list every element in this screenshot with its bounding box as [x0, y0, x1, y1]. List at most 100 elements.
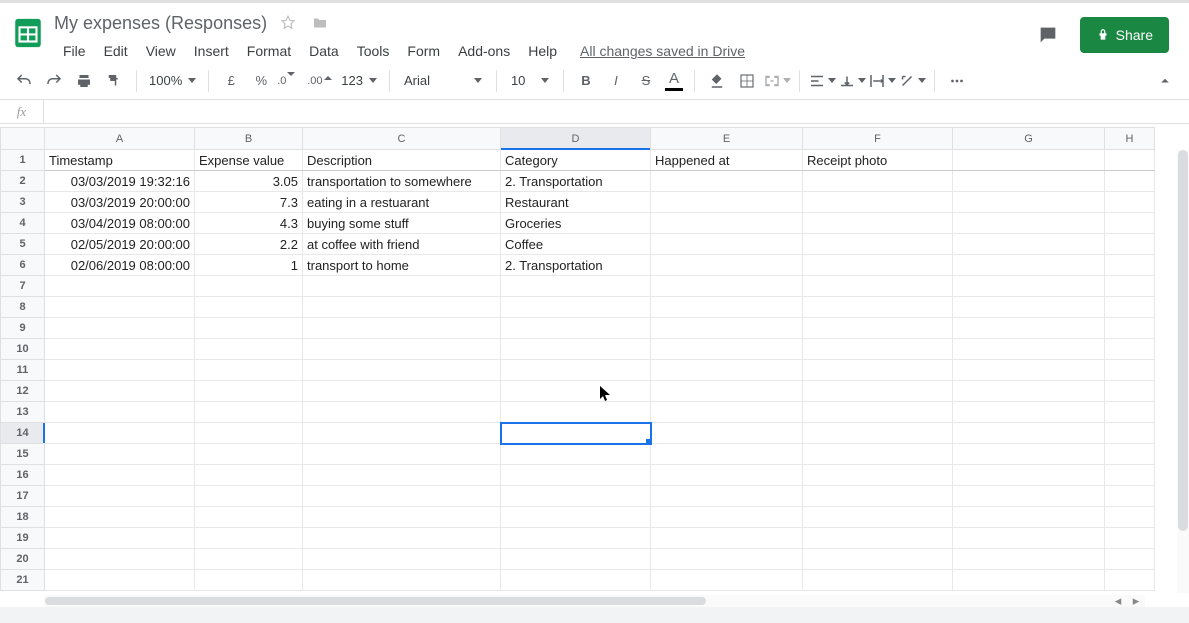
- cell-D6[interactable]: 2. Transportation: [501, 255, 651, 276]
- paint-format-icon[interactable]: [100, 67, 128, 95]
- cell-G6[interactable]: [953, 255, 1105, 276]
- cell-G19[interactable]: [953, 528, 1105, 549]
- cell-G13[interactable]: [953, 402, 1105, 423]
- cell-G14[interactable]: [953, 423, 1105, 444]
- cell-E1[interactable]: Happened at: [651, 150, 803, 171]
- row-header-4[interactable]: 4: [1, 213, 45, 234]
- cell-G16[interactable]: [953, 465, 1105, 486]
- col-header-B[interactable]: B: [195, 128, 303, 150]
- borders-button[interactable]: [733, 67, 761, 95]
- cell-A10[interactable]: [45, 339, 195, 360]
- cell-B5[interactable]: 2.2: [195, 234, 303, 255]
- row-header-8[interactable]: 8: [1, 297, 45, 318]
- cell-H18[interactable]: [1105, 507, 1155, 528]
- cell-A18[interactable]: [45, 507, 195, 528]
- cell-H8[interactable]: [1105, 297, 1155, 318]
- cell-F10[interactable]: [803, 339, 953, 360]
- cell-G15[interactable]: [953, 444, 1105, 465]
- row-header-1[interactable]: 1: [1, 150, 45, 171]
- cell-H5[interactable]: [1105, 234, 1155, 255]
- menu-help[interactable]: Help: [519, 39, 566, 63]
- cell-H13[interactable]: [1105, 402, 1155, 423]
- cell-A8[interactable]: [45, 297, 195, 318]
- row-header-16[interactable]: 16: [1, 465, 45, 486]
- cell-B8[interactable]: [195, 297, 303, 318]
- cell-B2[interactable]: 3.05: [195, 171, 303, 192]
- cell-G9[interactable]: [953, 318, 1105, 339]
- cell-E16[interactable]: [651, 465, 803, 486]
- cell-F1[interactable]: Receipt photo: [803, 150, 953, 171]
- cell-B1[interactable]: Expense value: [195, 150, 303, 171]
- row-header-5[interactable]: 5: [1, 234, 45, 255]
- more-icon[interactable]: [943, 67, 971, 95]
- cell-C6[interactable]: transport to home: [303, 255, 501, 276]
- cell-B20[interactable]: [195, 549, 303, 570]
- col-header-E[interactable]: E: [651, 128, 803, 150]
- col-header-H[interactable]: H: [1105, 128, 1155, 150]
- cell-G2[interactable]: [953, 171, 1105, 192]
- cell-D19[interactable]: [501, 528, 651, 549]
- print-icon[interactable]: [70, 67, 98, 95]
- cell-D15[interactable]: [501, 444, 651, 465]
- cell-D18[interactable]: [501, 507, 651, 528]
- cell-D7[interactable]: [501, 276, 651, 297]
- row-header-13[interactable]: 13: [1, 402, 45, 423]
- row-header-21[interactable]: 21: [1, 570, 45, 591]
- cell-E11[interactable]: [651, 360, 803, 381]
- cell-E15[interactable]: [651, 444, 803, 465]
- menu-format[interactable]: Format: [238, 39, 300, 63]
- cell-B4[interactable]: 4.3: [195, 213, 303, 234]
- menu-edit[interactable]: Edit: [95, 39, 137, 63]
- cell-B9[interactable]: [195, 318, 303, 339]
- cell-F18[interactable]: [803, 507, 953, 528]
- doc-title[interactable]: My expenses (Responses): [54, 13, 267, 34]
- cell-G11[interactable]: [953, 360, 1105, 381]
- cell-D17[interactable]: [501, 486, 651, 507]
- cell-F2[interactable]: [803, 171, 953, 192]
- cell-D4[interactable]: Groceries: [501, 213, 651, 234]
- strikethrough-button[interactable]: S: [632, 67, 660, 95]
- row-header-14[interactable]: 14: [1, 423, 45, 444]
- cell-E19[interactable]: [651, 528, 803, 549]
- cell-F17[interactable]: [803, 486, 953, 507]
- cell-E9[interactable]: [651, 318, 803, 339]
- cell-G12[interactable]: [953, 381, 1105, 402]
- collapse-toolbar-icon[interactable]: [1151, 67, 1179, 95]
- cell-B12[interactable]: [195, 381, 303, 402]
- cell-E10[interactable]: [651, 339, 803, 360]
- menu-tools[interactable]: Tools: [348, 39, 399, 63]
- cell-B18[interactable]: [195, 507, 303, 528]
- col-header-D[interactable]: D: [501, 128, 651, 150]
- cell-F20[interactable]: [803, 549, 953, 570]
- merge-button[interactable]: [763, 67, 791, 95]
- cell-A12[interactable]: [45, 381, 195, 402]
- cell-F4[interactable]: [803, 213, 953, 234]
- cell-A13[interactable]: [45, 402, 195, 423]
- font-select[interactable]: Arial: [398, 73, 488, 88]
- row-header-11[interactable]: 11: [1, 360, 45, 381]
- menu-view[interactable]: View: [137, 39, 185, 63]
- folder-icon[interactable]: [309, 12, 331, 34]
- menu-data[interactable]: Data: [300, 39, 348, 63]
- cell-C1[interactable]: Description: [303, 150, 501, 171]
- sheets-logo-icon[interactable]: [8, 13, 48, 53]
- col-header-G[interactable]: G: [953, 128, 1105, 150]
- cell-D8[interactable]: [501, 297, 651, 318]
- cell-G17[interactable]: [953, 486, 1105, 507]
- cell-H11[interactable]: [1105, 360, 1155, 381]
- cell-H3[interactable]: [1105, 192, 1155, 213]
- cell-B14[interactable]: [195, 423, 303, 444]
- cell-E14[interactable]: [651, 423, 803, 444]
- cell-D1[interactable]: Category: [501, 150, 651, 171]
- percent-button[interactable]: %: [247, 67, 275, 95]
- number-format-select[interactable]: 123: [337, 73, 381, 88]
- cell-E20[interactable]: [651, 549, 803, 570]
- spreadsheet-grid[interactable]: ABCDEFGH1TimestampExpense valueDescripti…: [0, 127, 1189, 607]
- cell-A1[interactable]: Timestamp: [45, 150, 195, 171]
- cell-D13[interactable]: [501, 402, 651, 423]
- cell-G5[interactable]: [953, 234, 1105, 255]
- cell-F12[interactable]: [803, 381, 953, 402]
- italic-button[interactable]: I: [602, 67, 630, 95]
- cell-H1[interactable]: [1105, 150, 1155, 171]
- cell-C21[interactable]: [303, 570, 501, 591]
